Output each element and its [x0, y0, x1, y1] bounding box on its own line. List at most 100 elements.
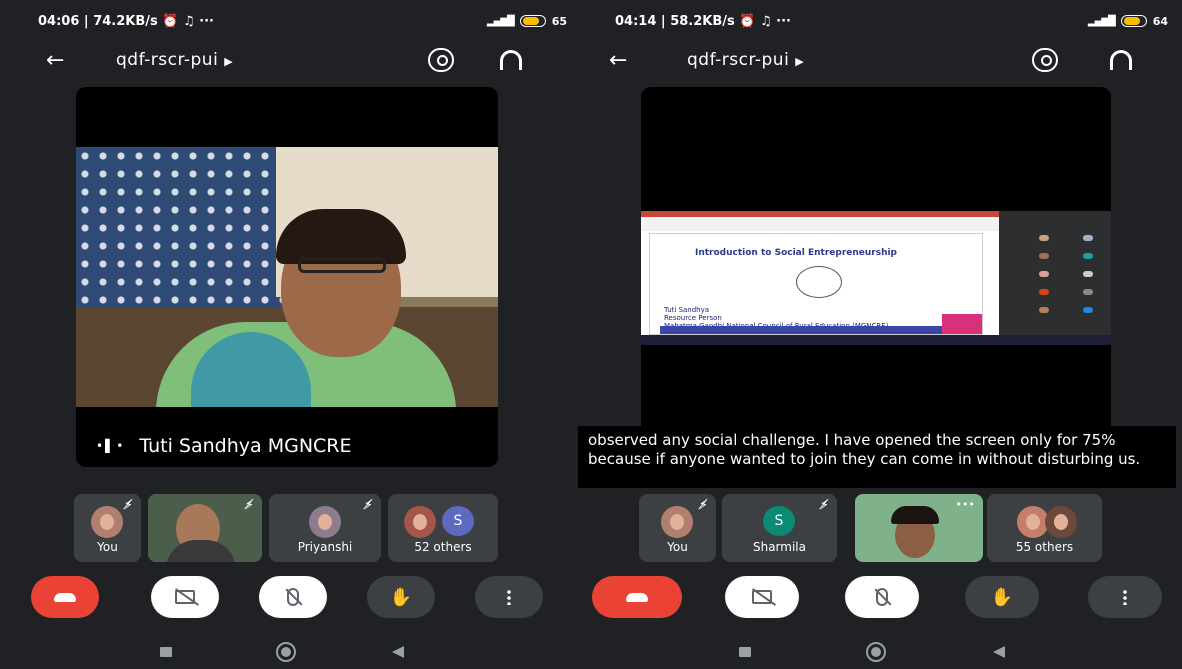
- shared-screen: Introduction to Social Entrepreneurship …: [641, 211, 1111, 345]
- right-phone-screen: 04:14 | 58.2KB/s ⏰ ♫ ··· ▂▄▆█ 64 ← qdf-r…: [569, 0, 1182, 669]
- participant-tile-sharmila[interactable]: S ⚡̸ Sharmila: [722, 494, 837, 562]
- more-options-button[interactable]: [1088, 576, 1162, 618]
- signal-icon: ▂▄▆█: [486, 15, 515, 27]
- battery-level: 64: [1152, 14, 1168, 28]
- participant-tile-you[interactable]: ⚡̸ You: [74, 494, 141, 562]
- avatar-face: [1026, 514, 1040, 530]
- status-time: 04:06: [38, 13, 80, 29]
- panel-avatar: [1039, 271, 1049, 277]
- slide-title: Introduction to Social Entrepreneurship: [695, 248, 898, 258]
- avatar: [91, 506, 123, 538]
- raise-hand-button[interactable]: ✋: [965, 576, 1039, 618]
- windows-taskbar: [641, 335, 1111, 345]
- speaker-glasses: [298, 257, 386, 273]
- more-vert-icon: [507, 589, 511, 605]
- more-horiz-icon[interactable]: •••: [956, 498, 975, 511]
- status-right: ▂▄▆█ 65: [487, 15, 567, 28]
- participant-tile-video[interactable]: •••: [855, 494, 983, 562]
- home-icon[interactable]: [276, 642, 296, 662]
- slide-role: Resource Person: [664, 314, 722, 322]
- main-speaker-tile[interactable]: •▌• Tuti Sandhya MGNCRE: [76, 87, 498, 467]
- mic-toggle-button[interactable]: [259, 576, 327, 618]
- status-speed: 58.2KB/s: [670, 13, 735, 29]
- presentation-slide: Introduction to Social Entrepreneurship …: [649, 233, 983, 335]
- more-options-button[interactable]: [475, 576, 543, 618]
- speaker-hair: [276, 209, 406, 264]
- meeting-code-button[interactable]: qdf-rscr-pui ▶: [687, 50, 804, 70]
- avatar: [661, 506, 693, 538]
- speaking-indicator-icon: •▌•: [96, 439, 126, 453]
- android-navbar: [569, 642, 1182, 662]
- participant-name: 52 others: [414, 540, 472, 554]
- battery-icon: [519, 15, 546, 27]
- avatar: [309, 506, 341, 538]
- meeting-code-button[interactable]: qdf-rscr-pui ▶: [116, 50, 233, 70]
- participant-name: 55 others: [1015, 540, 1074, 554]
- participant-tile-you[interactable]: ⚡̸ You: [639, 494, 716, 562]
- meeting-code: qdf-rscr-pui: [687, 50, 790, 70]
- avatar: [404, 506, 436, 538]
- participant-hair: [891, 506, 939, 524]
- status-time-speed: 04:06 | 74.2KB/s ⏰ ♫ ···: [38, 13, 214, 29]
- back-arrow-icon[interactable]: ←: [46, 48, 64, 73]
- camera-toggle-button[interactable]: [725, 576, 799, 618]
- mic-off-icon: [287, 588, 299, 606]
- app-ribbon: [641, 217, 999, 231]
- meeting-side-panel: [999, 211, 1111, 335]
- battery-level: 65: [551, 14, 567, 28]
- end-call-button[interactable]: [31, 576, 99, 618]
- panel-avatar: [1039, 253, 1049, 259]
- status-time-speed: 04:14 | 58.2KB/s ⏰ ♫ ···: [615, 13, 791, 29]
- meeting-code: qdf-rscr-pui: [116, 50, 219, 70]
- participant-tile-others[interactable]: S 52 others: [388, 494, 498, 562]
- mic-off-icon: ⚡̸: [819, 498, 829, 513]
- slide-stripe: [660, 326, 982, 334]
- panel-avatar: [1039, 289, 1049, 295]
- avatar-face: [318, 514, 332, 530]
- raise-hand-button[interactable]: ✋: [367, 576, 435, 618]
- panel-avatar: [1083, 253, 1093, 259]
- participant-tile-priyanshi[interactable]: ⚡̸ Priyanshi: [269, 494, 381, 562]
- avatar-face: [670, 514, 684, 530]
- switch-camera-icon[interactable]: [1032, 48, 1058, 72]
- status-time: 04:14: [615, 13, 657, 29]
- panel-avatar: [1083, 271, 1093, 277]
- caret-right-icon: ▶: [795, 55, 805, 68]
- main-presentation-tile[interactable]: Introduction to Social Entrepreneurship …: [641, 87, 1111, 459]
- panel-avatar: [1083, 307, 1093, 313]
- back-nav-icon[interactable]: [392, 646, 404, 658]
- signal-icon: ▂▄▆█: [1087, 15, 1116, 27]
- hand-icon: ✋: [990, 586, 1014, 608]
- status-right: ▂▄▆█ 64: [1088, 15, 1168, 28]
- home-icon[interactable]: [866, 642, 886, 662]
- panel-avatar: [1083, 235, 1093, 241]
- avatar-face: [1054, 514, 1068, 530]
- end-call-button[interactable]: [592, 576, 682, 618]
- end-call-icon: [626, 592, 648, 602]
- back-nav-icon[interactable]: [993, 646, 1005, 658]
- avatar: [1045, 506, 1077, 538]
- avatar-face: [100, 514, 114, 530]
- recents-icon[interactable]: [739, 647, 751, 657]
- speaker-name: Tuti Sandhya MGNCRE: [139, 435, 352, 457]
- speaker-name-bar: •▌• Tuti Sandhya MGNCRE: [96, 435, 352, 457]
- audio-output-icon[interactable]: [1110, 50, 1132, 70]
- end-call-icon: [54, 592, 76, 602]
- participant-name: Priyanshi: [297, 540, 353, 554]
- participant-name: You: [667, 540, 688, 554]
- back-arrow-icon[interactable]: ←: [609, 48, 627, 73]
- status-bar: 04:06 | 74.2KB/s ⏰ ♫ ··· ▂▄▆█ 65: [38, 10, 567, 32]
- live-caption: observed any social challenge. I have op…: [578, 426, 1176, 488]
- left-phone-screen: 04:06 | 74.2KB/s ⏰ ♫ ··· ▂▄▆█ 65 ← qdf-r…: [0, 0, 581, 669]
- letter-avatar: S: [763, 506, 795, 536]
- camera-toggle-button[interactable]: [151, 576, 219, 618]
- audio-output-icon[interactable]: [500, 50, 522, 70]
- camera-off-icon: [752, 590, 772, 604]
- slide-presenter: Tuti Sandhya: [664, 306, 710, 314]
- slide-accent: [942, 314, 982, 334]
- switch-camera-icon[interactable]: [428, 48, 454, 72]
- participant-tile-others[interactable]: 55 others: [987, 494, 1102, 562]
- recents-icon[interactable]: [160, 647, 172, 657]
- participant-tile-video[interactable]: ⚡̸: [148, 494, 262, 562]
- mic-toggle-button[interactable]: [845, 576, 919, 618]
